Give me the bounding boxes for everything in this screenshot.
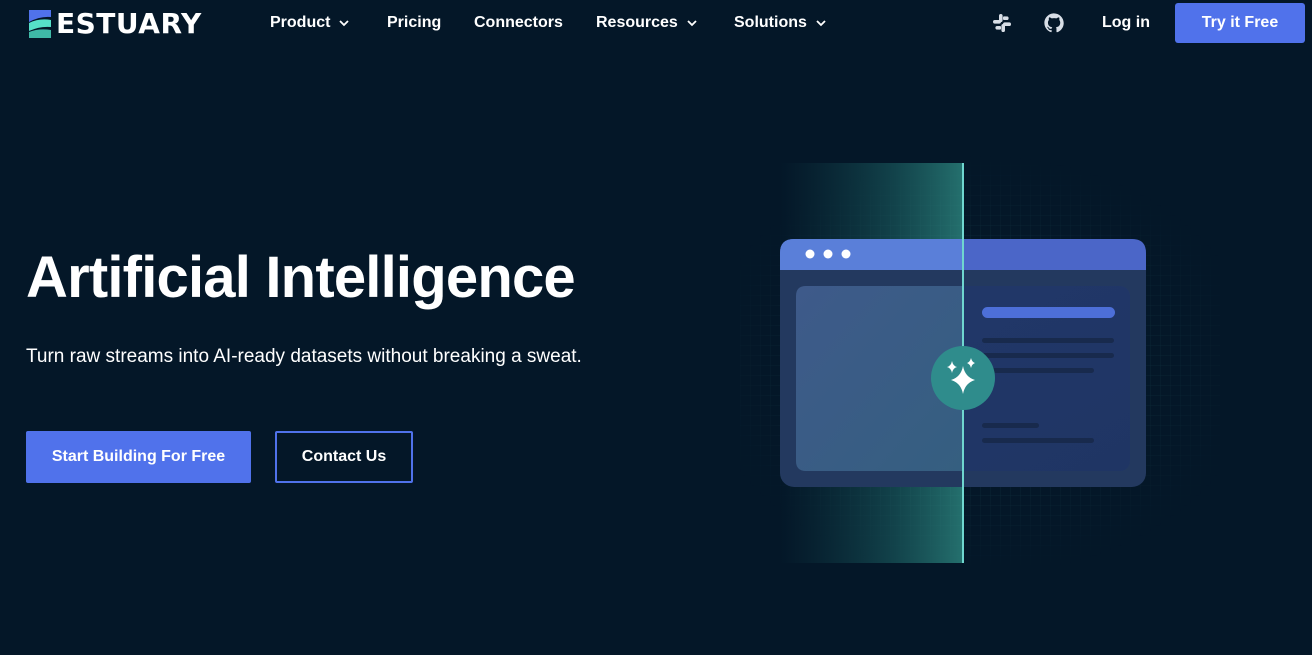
- brand-name: ESTUARY: [56, 7, 202, 40]
- window-dot: [841, 249, 851, 259]
- nav-item-label: Pricing: [387, 14, 442, 31]
- nav-item-label: Connectors: [474, 14, 563, 31]
- login-link[interactable]: Log in: [1102, 12, 1150, 34]
- content-line: [982, 423, 1039, 428]
- window-dot: [823, 249, 833, 259]
- nav-item-label: Resources: [596, 14, 678, 31]
- hero-title: Artificial Intelligence: [26, 245, 576, 310]
- estuary-logo-icon: [29, 10, 51, 38]
- nav-item-solutions[interactable]: Solutions: [734, 12, 827, 34]
- content-line: [982, 368, 1094, 373]
- nav-item-resources[interactable]: Resources: [596, 12, 698, 34]
- ai-illustration: [740, 155, 1220, 565]
- try-it-free-button[interactable]: Try it Free: [1175, 3, 1305, 43]
- nav-item-label: Solutions: [734, 14, 807, 31]
- github-icon[interactable]: [1043, 12, 1065, 34]
- content-line: [982, 338, 1114, 343]
- nav-item-connectors[interactable]: Connectors: [474, 12, 563, 34]
- brand-logo[interactable]: ESTUARY: [26, 8, 202, 40]
- nav-item-product[interactable]: Product: [270, 12, 350, 34]
- chevron-down-icon: [339, 20, 350, 27]
- contact-us-button[interactable]: Contact Us: [275, 431, 413, 483]
- chevron-down-icon: [816, 20, 826, 27]
- top-navigation: ESTUARY Product Pricing Connectors Resou…: [0, 0, 1312, 46]
- chevron-down-icon: [687, 20, 697, 27]
- content-line: [982, 438, 1094, 443]
- content-line: [982, 353, 1114, 358]
- hero-subtitle: Turn raw streams into AI-ready datasets …: [26, 346, 582, 367]
- nav-item-pricing[interactable]: Pricing: [387, 12, 441, 34]
- content-heading-bar: [982, 307, 1115, 318]
- start-building-button[interactable]: Start Building For Free: [26, 431, 251, 483]
- window-dot: [805, 249, 815, 259]
- nav-item-label: Product: [270, 14, 331, 31]
- slack-icon[interactable]: [991, 12, 1013, 34]
